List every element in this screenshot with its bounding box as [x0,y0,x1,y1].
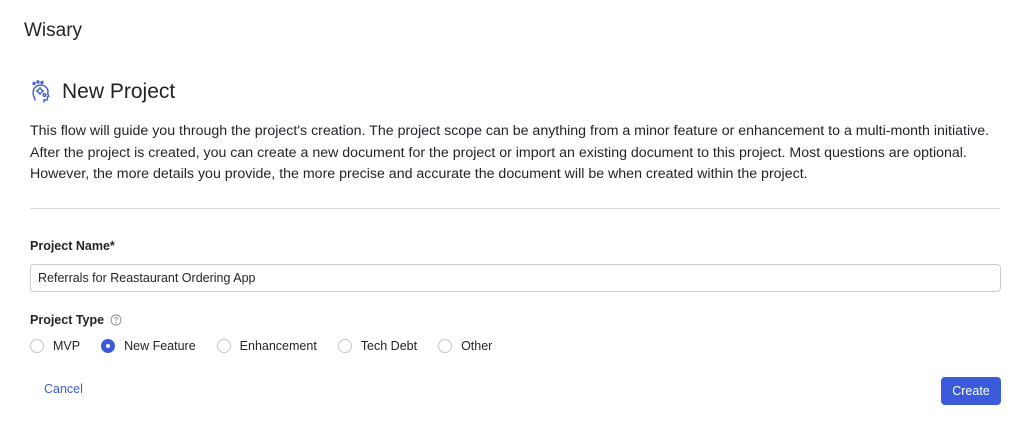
radio-button[interactable] [337,339,352,353]
project-type-radio-group: MVP New Feature Enhancement Tech Debt Ot… [30,339,513,353]
divider [30,208,1000,209]
project-type-label: Project Type [30,313,105,327]
radio-label: Other [461,339,493,353]
radio-button-checked[interactable] [101,339,116,353]
cancel-button[interactable]: Cancel [44,382,83,396]
radio-enhancement[interactable]: Enhancement [216,339,317,353]
radio-button[interactable] [30,339,44,353]
radio-button[interactable] [216,339,231,353]
radio-mvp[interactable]: MVP [30,339,80,353]
project-name-label: Project Name* [30,239,115,253]
brain-gears-icon [32,80,50,103]
radio-label: MVP [53,339,81,353]
question-circle-icon[interactable] [110,314,122,326]
radio-label: New Feature [124,339,196,353]
page-heading: New Project [30,80,175,104]
radio-tech-debt[interactable]: Tech Debt [337,339,418,353]
radio-other[interactable]: Other [438,339,492,353]
page-title: New Project [62,80,176,103]
app-title: Wisary [24,20,83,41]
radio-button[interactable] [438,339,453,353]
radio-label: Tech Debt [360,339,418,353]
create-button[interactable]: Create [941,377,1001,405]
intro-text: This flow will guide you through the pro… [30,123,990,182]
radio-label: Enhancement [239,339,317,353]
project-type-label-row: Project Type [30,313,122,327]
project-name-input[interactable] [30,264,1001,292]
radio-new-feature[interactable]: New Feature [101,339,196,353]
